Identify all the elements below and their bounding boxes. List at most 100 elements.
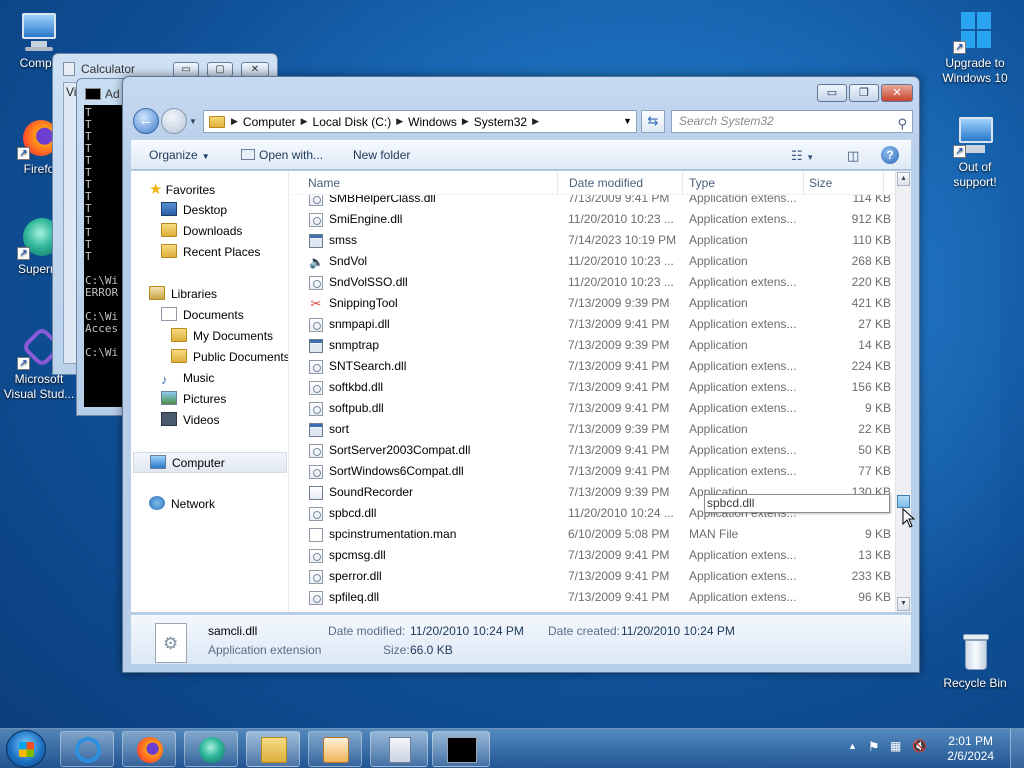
preview-pane-icon[interactable]: ◫	[847, 148, 859, 164]
clock[interactable]: 2:01 PM 2/6/2024	[947, 734, 994, 764]
search-icon[interactable]: ⚲	[897, 113, 907, 134]
view-options-icon[interactable]: ☷ ▼	[791, 148, 814, 164]
desktop-icon-upgrade[interactable]: ↗ Upgrade to Windows 10	[936, 10, 1014, 86]
start-button[interactable]	[6, 730, 46, 768]
file-row[interactable]: softpub.dll 7/13/2009 9:41 PM Application …	[291, 398, 895, 419]
vertical-scrollbar[interactable]: ▲ ▼	[895, 171, 911, 612]
column-type[interactable]: Type	[689, 176, 715, 190]
file-row[interactable]: SmiEngine.dll 11/20/2010 10:23 ... Applica…	[291, 209, 895, 230]
address-bar[interactable]: ▶ Computer ▶ Local Disk (C:) ▶ Windows ▶…	[203, 110, 637, 133]
file-row[interactable]: ✂ SnippingTool 7/13/2009 9:39 PM Applicatio…	[291, 293, 895, 314]
nav-label: Public Documents	[193, 350, 289, 364]
network-status-icon[interactable]: ▦	[890, 739, 901, 753]
open-with-label: Open with...	[259, 148, 324, 162]
recent-pages-dropdown[interactable]: ▼	[189, 117, 197, 126]
column-divider[interactable]	[557, 171, 558, 195]
column-divider[interactable]	[803, 171, 804, 195]
search-input[interactable]: Search System32 ⚲	[671, 110, 913, 133]
menu-view[interactable]: Vi	[66, 85, 76, 99]
nav-documents[interactable]: Documents	[161, 305, 244, 326]
file-date-modified: 7/13/2009 9:39 PM	[568, 422, 670, 436]
nav-recent-places[interactable]: Recent Places	[161, 242, 260, 263]
nav-computer[interactable]: Computer	[133, 452, 287, 473]
nav-favorites[interactable]: ★ Favorites	[149, 179, 215, 200]
nav-downloads[interactable]: Downloads	[161, 221, 242, 242]
breadcrumb-chevron-icon[interactable]: ▶	[301, 116, 308, 127]
breadcrumb-chevron-icon[interactable]: ▶	[231, 116, 238, 127]
taskbar-file-explorer[interactable]	[246, 731, 300, 767]
nav-pictures[interactable]: Pictures	[161, 389, 226, 410]
file-name: softpub.dll	[329, 401, 384, 415]
taskbar-media-player[interactable]	[308, 731, 362, 767]
column-divider[interactable]	[883, 171, 884, 195]
nav-public-documents[interactable]: Public Documents	[171, 347, 289, 368]
file-row[interactable]: 🔈 SndVol 11/20/2010 10:23 ... Application 26…	[291, 251, 895, 272]
nav-label: Pictures	[183, 392, 227, 406]
taskbar-app[interactable]	[184, 731, 238, 767]
show-hidden-icons-button[interactable]: ▲	[848, 741, 857, 751]
maximize-button[interactable]: ❐	[849, 84, 879, 102]
back-button[interactable]: ←	[133, 108, 159, 134]
file-row[interactable]: snmptrap 7/13/2009 9:39 PM Application 14 K…	[291, 335, 895, 356]
refresh-button[interactable]: ⇆	[641, 110, 665, 133]
breadcrumb-system32[interactable]: System32	[469, 115, 532, 129]
file-row[interactable]: SndVolSSO.dll 11/20/2010 10:23 ... Applica…	[291, 272, 895, 293]
taskbar-firefox[interactable]	[122, 731, 176, 767]
file-date-modified: 7/13/2009 9:39 PM	[568, 485, 670, 499]
nav-music[interactable]: ♪ Music	[161, 368, 214, 389]
help-icon[interactable]: ?	[881, 146, 899, 164]
folder-icon	[171, 349, 187, 363]
breadcrumb-chevron-icon[interactable]: ▶	[532, 116, 539, 127]
desktop-icon-recycle-bin[interactable]: Recycle Bin	[936, 630, 1014, 691]
file-row[interactable]: spcmsg.dll 7/13/2009 9:41 PM Application e…	[291, 545, 895, 566]
nav-libraries[interactable]: Libraries	[149, 284, 217, 305]
desktop-icon-out-of-support[interactable]: ↗ Out of support!	[936, 114, 1014, 190]
maximize-button[interactable]: ▢	[207, 62, 233, 77]
nav-my-documents[interactable]: My Documents	[171, 326, 273, 347]
nav-desktop[interactable]: Desktop	[161, 200, 227, 221]
forward-button[interactable]: →	[161, 108, 187, 134]
scroll-thumb[interactable]	[897, 495, 910, 508]
file-row[interactable]: sort 7/13/2009 9:39 PM Application 22 KB	[291, 419, 895, 440]
taskbar-internet-explorer[interactable]	[60, 731, 114, 767]
column-date-modified[interactable]: Date modified	[569, 176, 643, 190]
explorer-window[interactable]: ▭ ❐ ✕ ← → ▼ ▶ Computer ▶ Local Disk (C:)…	[122, 76, 920, 673]
scroll-down-button[interactable]: ▼	[897, 597, 910, 611]
address-dropdown-icon[interactable]: ▼	[623, 116, 632, 126]
column-name[interactable]: Name	[308, 176, 340, 190]
minimize-button[interactable]: ▭	[173, 62, 199, 77]
action-center-flag-icon[interactable]: ⚑	[868, 739, 880, 755]
breadcrumb-computer[interactable]: Computer	[238, 115, 301, 129]
breadcrumb-chevron-icon[interactable]: ▶	[462, 116, 469, 127]
file-row[interactable]: smss 7/14/2023 10:19 PM Application 110 KB	[291, 230, 895, 251]
show-desktop-button[interactable]	[1010, 729, 1024, 768]
close-button[interactable]: ✕	[881, 84, 913, 102]
file-row[interactable]: snmpapi.dll 7/13/2009 9:41 PM Application …	[291, 314, 895, 335]
file-row[interactable]: SortServer2003Compat.dll 7/13/2009 9:41 P…	[291, 440, 895, 461]
column-size[interactable]: Size	[809, 176, 832, 190]
new-folder-button[interactable]: New folder	[353, 148, 410, 162]
details-filename: samcli.dll	[208, 624, 258, 638]
clock-date: 2/6/2024	[947, 749, 994, 763]
taskbar-calculator[interactable]	[370, 731, 428, 767]
close-button[interactable]: ✕	[241, 62, 269, 77]
breadcrumb-windows[interactable]: Windows	[403, 115, 462, 129]
file-row[interactable]: softkbd.dll 7/13/2009 9:41 PM Application …	[291, 377, 895, 398]
file-row[interactable]: SortWindows6Compat.dll 7/13/2009 9:41 PM A…	[291, 461, 895, 482]
file-row[interactable]: spfileq.dll 7/13/2009 9:41 PM Application …	[291, 587, 895, 608]
column-divider[interactable]	[682, 171, 683, 195]
scroll-up-button[interactable]: ▲	[897, 172, 910, 186]
minimize-button[interactable]: ▭	[817, 84, 847, 102]
breadcrumb-local-disk[interactable]: Local Disk (C:)	[308, 115, 397, 129]
breadcrumb-chevron-icon[interactable]: ▶	[396, 116, 403, 127]
file-row[interactable]: SNTSearch.dll 7/13/2009 9:41 PM Applicatio…	[291, 356, 895, 377]
volume-muted-icon[interactable]: 🔇	[912, 739, 927, 753]
open-with-button[interactable]: Open with...	[241, 148, 323, 162]
nav-videos[interactable]: Videos	[161, 410, 219, 431]
file-row[interactable]: sperror.dll 7/13/2009 9:41 PM Application …	[291, 566, 895, 587]
taskbar-command-prompt[interactable]	[432, 731, 490, 767]
file-row[interactable]: spcinstrumentation.man 6/10/2009 5:08 PM M…	[291, 524, 895, 545]
file-explorer-icon	[261, 737, 287, 763]
nav-network[interactable]: Network	[149, 494, 215, 515]
organize-button[interactable]: Organize ▼	[149, 148, 210, 162]
